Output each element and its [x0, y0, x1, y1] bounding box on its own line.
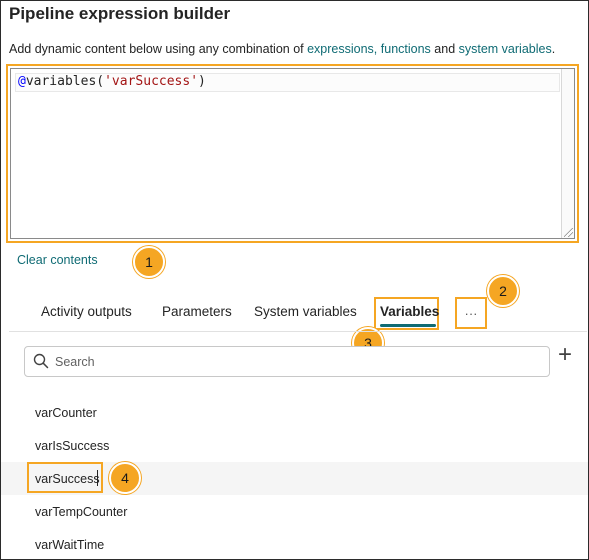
callout-badge-1: 1: [133, 246, 165, 278]
code-close-paren: ): [198, 74, 206, 89]
search-icon: [33, 353, 49, 369]
search-box[interactable]: Search: [24, 346, 550, 377]
more-tabs-button[interactable]: ···: [455, 297, 487, 329]
editor-callout-box: @variables('varSuccess'): [6, 64, 579, 243]
variable-name: varCounter: [35, 406, 97, 420]
expression-builder-dialog: Pipeline expression builder Add dynamic …: [0, 0, 589, 560]
code-function: variables(: [25, 74, 105, 89]
dialog-title: Pipeline expression builder: [9, 4, 231, 23]
expression-editor[interactable]: @variables('varSuccess'): [10, 68, 575, 239]
tabs-divider: [9, 331, 587, 332]
description-and: and: [430, 42, 459, 56]
tab-parameters[interactable]: Parameters: [162, 304, 232, 319]
variable-item[interactable]: varCounter: [1, 396, 588, 429]
code-at-symbol: @: [18, 74, 26, 89]
clear-contents-link[interactable]: Clear contents: [17, 253, 98, 267]
description-suffix: .: [551, 42, 556, 56]
variable-item[interactable]: varTempCounter: [1, 495, 588, 528]
description-prefix: Add dynamic content below using any comb…: [9, 42, 308, 56]
variable-name: varTempCounter: [35, 505, 128, 519]
selected-variable-callout-box: [27, 462, 103, 493]
callout-badge-4: 4: [109, 462, 141, 494]
active-tab-indicator: [380, 324, 436, 327]
search-input[interactable]: Search: [55, 355, 95, 369]
tab-activity-outputs[interactable]: Activity outputs: [41, 304, 132, 319]
resize-grip-icon[interactable]: [564, 228, 573, 237]
functions-link[interactable]: functions: [381, 42, 431, 56]
variable-name: varIsSuccess: [35, 439, 110, 453]
dialog-description: Add dynamic content below using any comb…: [9, 42, 555, 56]
expression-code-line[interactable]: @variables('varSuccess'): [15, 73, 560, 92]
code-string-arg: 'varSuccess': [104, 74, 199, 89]
variable-item[interactable]: varWaitTime: [1, 528, 588, 559]
add-variable-button[interactable]: +: [554, 343, 576, 367]
editor-scrollbar[interactable]: [561, 69, 574, 238]
callout-badge-2: 2: [487, 275, 519, 307]
variable-item[interactable]: varIsSuccess: [1, 429, 588, 462]
tab-variables[interactable]: Variables: [380, 304, 439, 319]
variable-name: varWaitTime: [35, 538, 105, 552]
expressions-link[interactable]: expressions,: [307, 42, 377, 56]
system-variables-link[interactable]: system variables: [459, 42, 552, 56]
mouse-text-cursor: [97, 470, 98, 486]
tab-system-variables[interactable]: System variables: [254, 304, 357, 319]
